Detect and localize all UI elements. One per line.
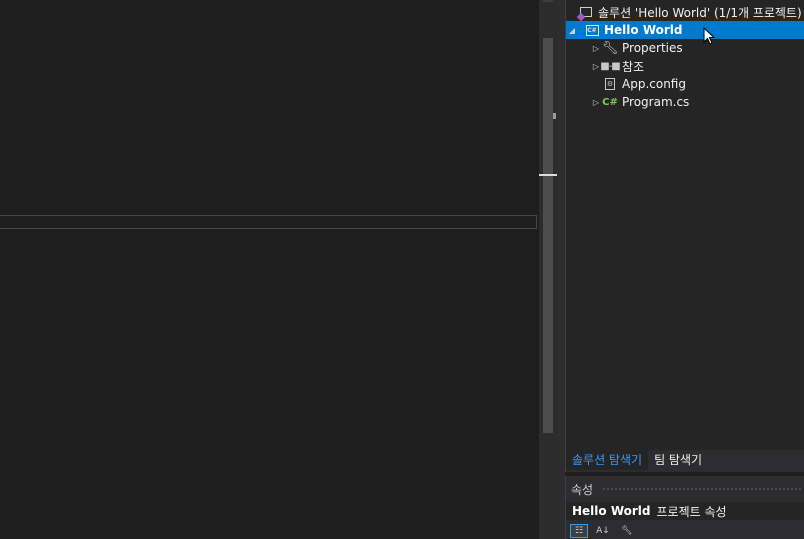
tree-item-program-cs[interactable]: ▷ C# Program.cs (566, 93, 804, 111)
properties-toolbar: ☷ A↓ 🔧︎ (570, 524, 636, 539)
tree-item-label: App.config (622, 77, 686, 91)
panel-splitter[interactable] (557, 0, 565, 539)
properties-object-selector[interactable]: Hello World 프로젝트 속성 (566, 502, 804, 520)
editor-vertical-scrollbar[interactable] (539, 0, 557, 539)
tree-item-label: Properties (622, 41, 683, 55)
collapsed-arrow-icon[interactable]: ▷ (590, 98, 602, 107)
current-line-highlight (0, 215, 537, 229)
solution-icon (578, 5, 594, 19)
tree-item-label: Program.cs (622, 95, 690, 109)
tree-item-references[interactable]: ▷ ■-■ 참조 (566, 57, 804, 75)
properties-panel: 속성 Hello World 프로젝트 속성 ☷ A↓ 🔧︎ (565, 476, 804, 539)
tree-solution-root[interactable]: 솔루션 'Hello World' (1/1개 프로젝트) (566, 3, 804, 21)
explorer-tab-strip: 솔루션 탐색기 팀 탐색기 (565, 450, 804, 472)
tab-solution-explorer[interactable]: 솔루션 탐색기 (566, 450, 649, 470)
property-pages-icon[interactable]: 🔧︎ (618, 524, 636, 538)
scrollbar-thumb[interactable] (543, 38, 553, 433)
tab-team-explorer[interactable]: 팀 탐색기 (648, 450, 708, 470)
code-editor[interactable] (0, 0, 539, 539)
references-icon: ■-■ (600, 60, 620, 72)
mouse-cursor-icon (703, 27, 716, 45)
wrench-icon: 🔧︎ (601, 40, 619, 56)
csharp-file-icon: C# (602, 96, 618, 108)
object-name: Hello World (572, 504, 651, 518)
scrollbar-map-mark (553, 113, 556, 119)
collapsed-arrow-icon[interactable]: ▷ (590, 44, 602, 53)
tree-item-label: Hello World (604, 23, 683, 37)
tree-item-hello-world-project[interactable]: ◢ C# Hello World (566, 21, 804, 39)
tree-item-app-config[interactable]: ⚙ App.config (566, 75, 804, 93)
tree-item-label: 참조 (622, 59, 645, 74)
tree-item-properties[interactable]: ▷ 🔧︎ Properties (566, 39, 804, 57)
csharp-project-icon: C# (585, 24, 599, 36)
scrollbar-top-mark (543, 0, 553, 2)
properties-title: 속성 (571, 482, 594, 497)
solution-explorer-panel: 솔루션 'Hello World' (1/1개 프로젝트) ◢ C# Hello… (565, 0, 804, 472)
panel-grip[interactable] (602, 487, 802, 492)
expanded-arrow-icon[interactable]: ◢ (566, 26, 578, 35)
categorized-icon[interactable]: ☷ (570, 524, 588, 538)
tree-item-label: 솔루션 'Hello World' (1/1개 프로젝트) (598, 5, 802, 20)
object-type: 프로젝트 속성 (656, 504, 727, 519)
config-file-icon: ⚙ (605, 78, 615, 90)
scrollbar-caret-mark (539, 174, 557, 176)
alphabetical-icon[interactable]: A↓ (594, 524, 612, 538)
